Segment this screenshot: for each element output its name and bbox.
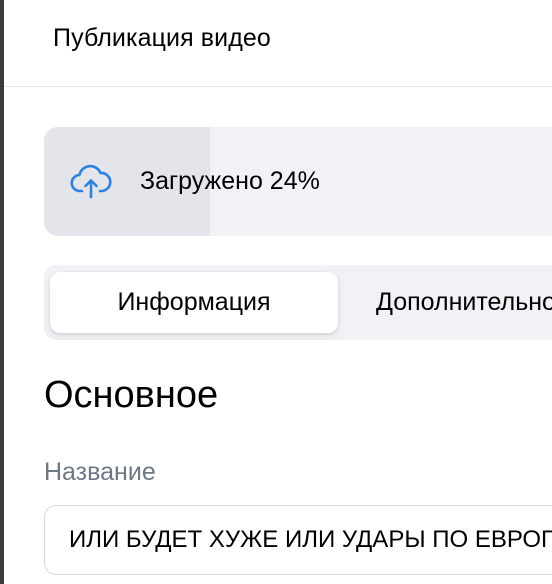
name-field[interactable] [44,505,552,575]
publish-video-dialog: Публикация видео Загружено 24% Информаци… [4,0,552,584]
section-title: Основное [44,374,219,416]
dialog-title: Публикация видео [53,24,271,52]
upload-status-text: Загружено 24% [140,167,320,195]
tab-bar: Информация Дополнительно [44,265,552,340]
name-field-label: Название [44,458,156,486]
tab-additional[interactable]: Дополнительно [376,272,552,333]
cloud-upload-icon [70,163,112,201]
tab-information[interactable]: Информация [50,272,338,333]
upload-progress-card: Загружено 24% [44,127,552,236]
dialog-header: Публикация видео [4,0,552,87]
